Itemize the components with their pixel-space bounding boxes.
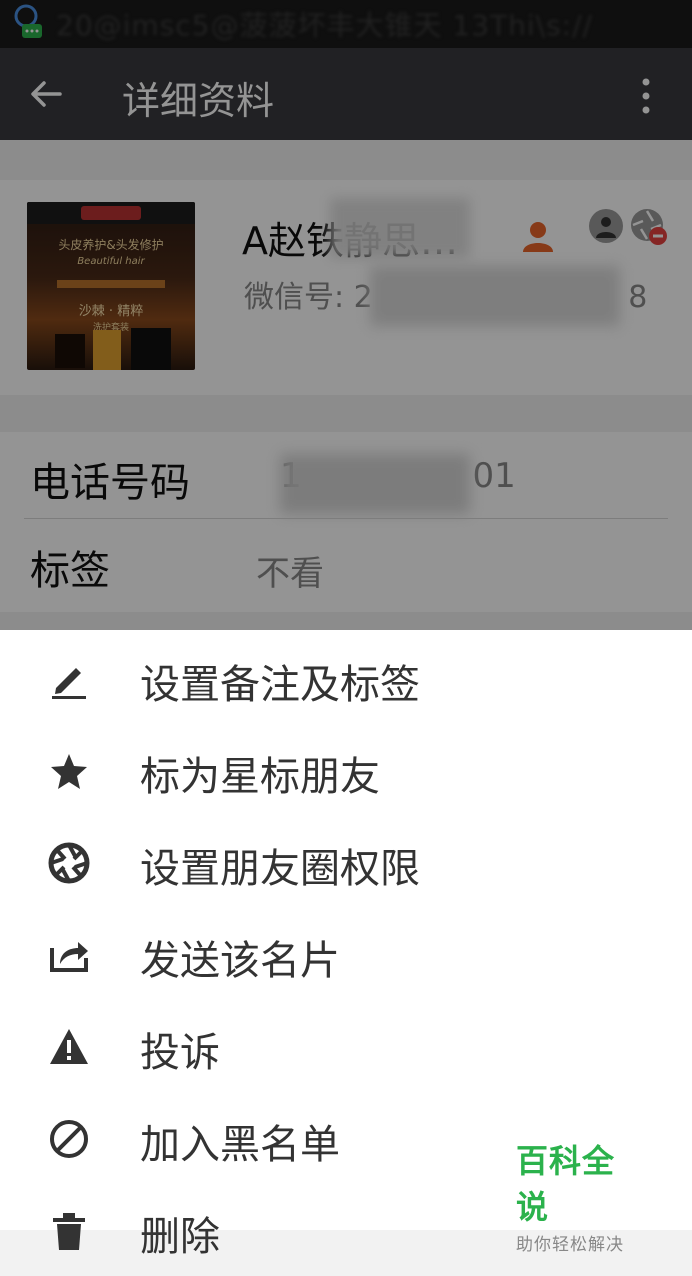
- moments-aperture-icon: [48, 842, 90, 884]
- pencil-icon: [48, 658, 90, 700]
- menu-item-set-remark[interactable]: 设置备注及标签: [0, 632, 692, 724]
- menu-item-send-card[interactable]: 发送该名片: [0, 908, 692, 1000]
- share-icon: [48, 934, 90, 976]
- menu-label: 标为星标朋友: [140, 754, 380, 800]
- star-icon: [48, 750, 90, 792]
- menu-label: 发送该名片: [140, 938, 340, 984]
- menu-label: 删除: [140, 1214, 220, 1260]
- watermark-title: 百科全说: [516, 1142, 616, 1226]
- warning-icon: [48, 1026, 90, 1068]
- menu-item-moments-permission[interactable]: 设置朋友圈权限: [0, 816, 692, 908]
- trash-icon: [48, 1210, 90, 1252]
- menu-item-star-friend[interactable]: 标为星标朋友: [0, 724, 692, 816]
- menu-label: 投诉: [140, 1030, 220, 1076]
- menu-label: 加入黑名单: [140, 1122, 340, 1168]
- dim-overlay[interactable]: [0, 0, 692, 630]
- watermark-subtitle: 助你轻松解决: [516, 1235, 624, 1255]
- menu-label: 设置朋友圈权限: [140, 846, 420, 892]
- watermark: 百科全说 助你轻松解决: [516, 1136, 646, 1255]
- menu-label: 设置备注及标签: [140, 662, 420, 708]
- menu-item-report[interactable]: 投诉: [0, 1000, 692, 1092]
- block-icon: [48, 1118, 90, 1160]
